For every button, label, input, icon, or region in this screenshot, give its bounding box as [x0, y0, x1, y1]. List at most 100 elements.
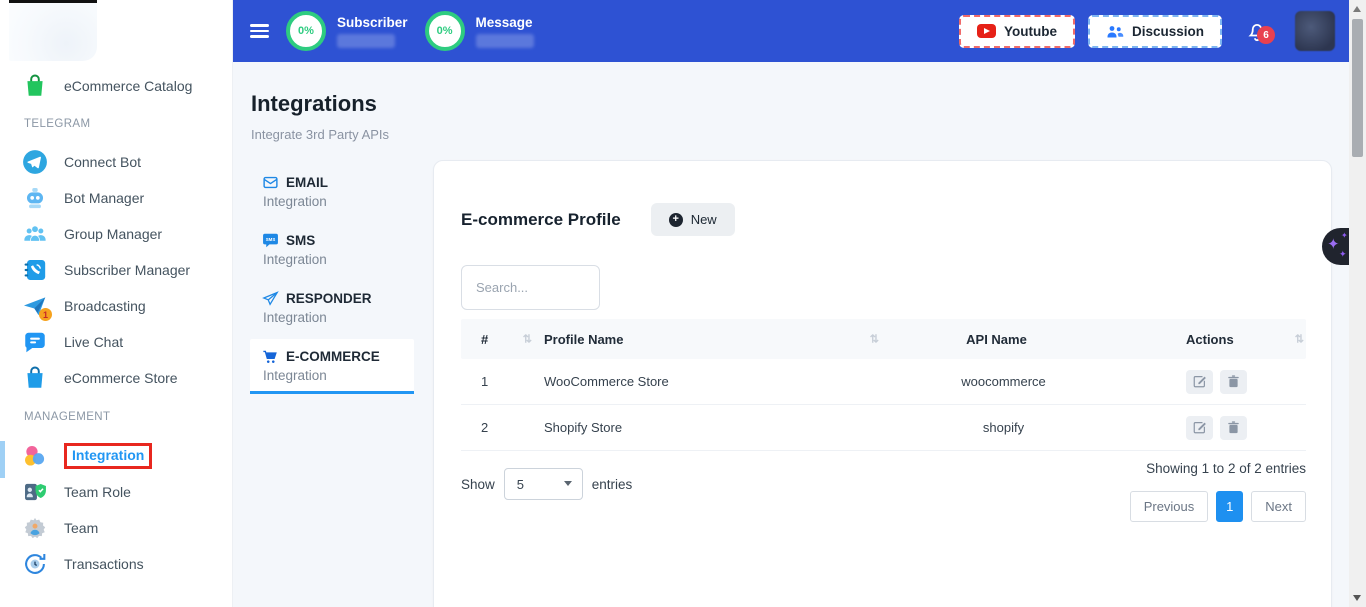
youtube-button[interactable]: Youtube	[959, 15, 1075, 48]
subnav-item-subtitle: Integration	[263, 194, 402, 209]
row-actions	[1126, 370, 1306, 394]
trash-icon	[1226, 420, 1241, 435]
page-size-select[interactable]: 5	[504, 468, 583, 500]
top-header: 0% Subscriber 0% Message Youtube Di	[233, 0, 1349, 62]
table-row: 1 WooCommerce Store woocommerce	[461, 359, 1306, 405]
subnav-sms-integration[interactable]: SMS SMS Integration	[250, 223, 414, 275]
topbar-right: Youtube Discussion 6	[959, 11, 1335, 51]
chat-bubble-icon	[22, 329, 48, 355]
sidebar-item-group-manager[interactable]: Group Manager	[0, 216, 232, 252]
subnav-item-subtitle: Integration	[263, 252, 402, 267]
sort-icon: ⇅	[1295, 333, 1304, 346]
table-header-row: # ⇅ Profile Name ⇅ API Name Actions ⇅	[461, 319, 1306, 359]
shopping-bag-green-icon	[22, 73, 48, 99]
gear-person-icon	[22, 515, 48, 541]
column-header-actions[interactable]: Actions ⇅	[1126, 332, 1306, 347]
new-profile-button[interactable]: + New	[651, 203, 735, 236]
sidebar-item-label: Group Manager	[64, 226, 162, 242]
subnav-ecommerce-integration[interactable]: E-COMMERCE Integration	[250, 339, 414, 394]
sidebar-item-ecommerce-store[interactable]: eCommerce Store	[0, 360, 232, 396]
row-number: 2	[461, 420, 534, 435]
sparkle-icon: ✦	[1339, 249, 1347, 260]
responder-plane-icon	[262, 290, 279, 307]
discussion-button[interactable]: Discussion	[1088, 15, 1222, 48]
sidebar-item-integration[interactable]: Integration	[0, 438, 232, 474]
app-logo	[9, 3, 97, 61]
previous-page-button[interactable]: Previous	[1130, 491, 1209, 522]
vertical-scrollbar[interactable]	[1349, 0, 1366, 607]
subscriber-progress-ring: 0%	[286, 11, 326, 51]
discussion-people-icon	[1106, 24, 1124, 39]
subnav-item-subtitle: Integration	[263, 368, 402, 383]
sidebar-item-team-role[interactable]: Team Role	[0, 474, 232, 510]
sidebar-item-bot-manager[interactable]: Bot Manager	[0, 180, 232, 216]
sidebar-item-live-chat[interactable]: Live Chat	[0, 324, 232, 360]
scrollbar-thumb[interactable]	[1352, 19, 1363, 157]
subnav-email-integration[interactable]: EMAIL Integration	[250, 165, 414, 217]
column-header-api-name[interactable]: API Name	[881, 332, 1126, 347]
sidebar-item-connect-bot[interactable]: Connect Bot	[0, 144, 232, 180]
sparkle-icon: ✦	[1327, 235, 1340, 253]
sidebar-item-label: Bot Manager	[64, 190, 144, 206]
sidebar-item-ecommerce-catalog[interactable]: eCommerce Catalog	[0, 68, 232, 104]
search-input[interactable]	[461, 265, 600, 310]
sidebar-item-broadcasting[interactable]: 1 Broadcasting	[0, 288, 232, 324]
assistant-fab-button[interactable]: ✦ ✦ ✦	[1322, 228, 1352, 265]
subnav-responder-integration[interactable]: RESPONDER Integration	[250, 281, 414, 333]
column-header-num[interactable]: # ⇅	[461, 332, 534, 347]
sort-icon: ⇅	[870, 333, 879, 346]
notification-bell[interactable]: 6	[1245, 19, 1269, 43]
panel-title: E-commerce Profile	[461, 210, 621, 230]
api-name: shopify	[881, 420, 1126, 435]
scroll-down-arrow[interactable]	[1353, 595, 1361, 601]
sidebar-item-label: eCommerce Catalog	[64, 78, 192, 94]
message-stat: 0% Message	[425, 11, 534, 51]
pagination: Previous 1 Next	[1130, 491, 1306, 522]
id-badge-shield-icon	[22, 479, 48, 505]
sidebar-item-label: Team	[64, 520, 98, 536]
message-stat-value-redacted	[476, 34, 534, 48]
discussion-button-label: Discussion	[1132, 24, 1204, 39]
sidebar-item-subscriber-manager[interactable]: Subscriber Manager	[0, 252, 232, 288]
sort-icon: ⇅	[523, 333, 532, 346]
user-avatar[interactable]	[1295, 11, 1335, 51]
broadcast-plane-icon: 1	[22, 293, 48, 319]
plus-circle-icon: +	[669, 213, 683, 227]
delete-button[interactable]	[1220, 370, 1247, 394]
edit-button[interactable]	[1186, 370, 1213, 394]
app-screen: eCommerce Catalog TELEGRAM Connect Bot B…	[0, 0, 1366, 607]
youtube-icon	[977, 24, 996, 38]
hamburger-menu-icon[interactable]	[250, 24, 269, 38]
sidebar-item-label: Team Role	[64, 484, 131, 500]
red-annotation-box: Integration	[64, 443, 152, 469]
scroll-up-arrow[interactable]	[1353, 6, 1361, 12]
delete-button[interactable]	[1220, 416, 1247, 440]
next-page-button[interactable]: Next	[1251, 491, 1306, 522]
entries-label: entries	[592, 477, 633, 492]
subnav-item-subtitle: Integration	[263, 310, 402, 325]
sidebar-section-management: MANAGEMENT	[0, 396, 232, 438]
sidebar: eCommerce Catalog TELEGRAM Connect Bot B…	[0, 0, 233, 607]
sidebar-item-team[interactable]: Team	[0, 510, 232, 546]
edit-button[interactable]	[1186, 416, 1213, 440]
cart-icon	[262, 348, 279, 365]
profile-name: Shopify Store	[534, 420, 881, 435]
contact-book-icon	[22, 257, 48, 283]
table-footer: Show 5 entries Showing 1 to 2 of 2 entri…	[461, 461, 1306, 522]
sidebar-section-telegram: TELEGRAM	[0, 104, 232, 144]
message-progress-ring: 0%	[425, 11, 465, 51]
sidebar-nav: eCommerce Catalog TELEGRAM Connect Bot B…	[0, 0, 232, 582]
group-users-icon	[22, 221, 48, 247]
current-page-button[interactable]: 1	[1216, 491, 1243, 522]
column-header-profile-name[interactable]: Profile Name ⇅	[534, 332, 881, 347]
telegram-icon	[22, 149, 48, 175]
profiles-table: # ⇅ Profile Name ⇅ API Name Actions ⇅	[461, 319, 1306, 451]
broadcast-count-badge: 1	[39, 308, 52, 321]
sidebar-item-transactions[interactable]: Transactions	[0, 546, 232, 582]
edit-icon	[1192, 420, 1207, 435]
robot-icon	[22, 185, 48, 211]
sidebar-item-label: Transactions	[64, 556, 144, 572]
youtube-button-label: Youtube	[1004, 24, 1057, 39]
page-title: Integrations	[251, 91, 377, 117]
show-label: Show	[461, 477, 495, 492]
